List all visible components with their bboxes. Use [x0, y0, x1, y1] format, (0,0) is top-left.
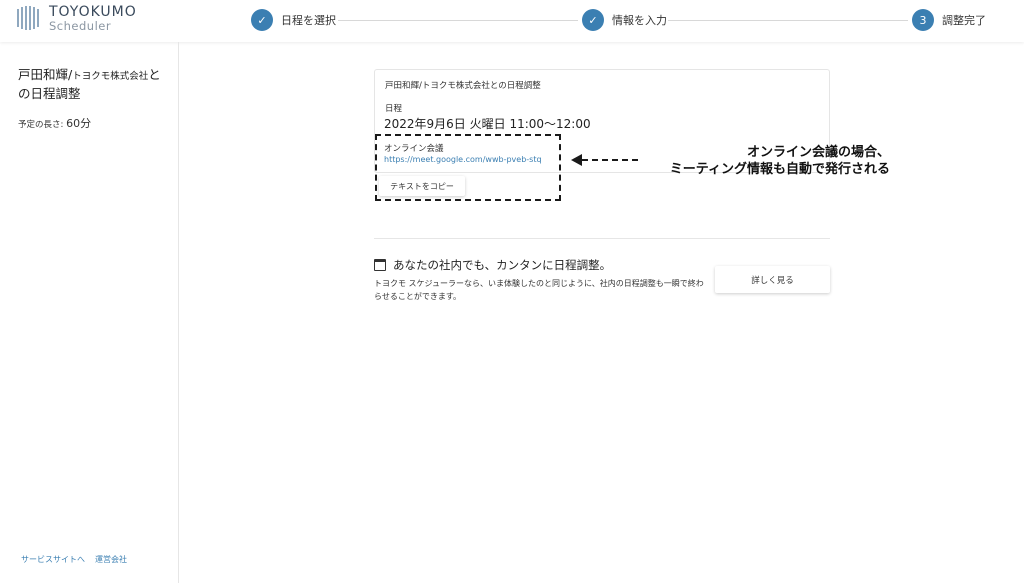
annotation-text: オンライン会議の場合、 ミーティング情報も自動で発行される [630, 144, 890, 178]
annotation-line-2: ミーティング情報も自動で発行される [669, 162, 890, 177]
logo-icon [17, 6, 41, 30]
step-select-date: ✓ 日程を選択 [251, 9, 336, 31]
learn-more-button[interactable]: 詳しく見る [715, 266, 830, 293]
arrow-left-icon [571, 154, 582, 166]
step-label: 日程を選択 [281, 14, 336, 27]
sidebar: 戸田和輝/トヨクモ株式会社との日程調整 予定の長さ: 60分 サービスサイトへ … [0, 42, 179, 583]
date-value: 2022年9月6日 火曜日 11:00〜12:00 [384, 117, 591, 131]
step-connector-2 [668, 20, 908, 21]
step-label: 調整完了 [942, 14, 986, 27]
duration: 予定の長さ: 60分 [18, 115, 91, 131]
event-company: トヨクモ株式会社 [72, 71, 149, 82]
calendar-icon [374, 259, 386, 271]
date-label: 日程 [385, 104, 403, 114]
service-site-link[interactable]: サービスサイトへ [21, 554, 85, 565]
brand-subtitle: Scheduler [49, 19, 112, 33]
check-icon: ✓ [251, 9, 273, 31]
step-complete: 3 調整完了 [912, 9, 986, 31]
highlight-box [375, 134, 561, 201]
section-divider [374, 238, 830, 239]
step-connector-1 [338, 20, 578, 21]
company-link[interactable]: 運営会社 [95, 554, 127, 565]
promo-heading: あなたの社内でも、カンタンに日程調整。 [393, 258, 612, 272]
app-header: TOYOKUMO Scheduler ✓ 日程を選択 ✓ 情報を入力 3 調整完… [0, 0, 1024, 42]
step-number: 3 [912, 9, 934, 31]
footer-links: サービスサイトへ 運営会社 [21, 554, 127, 565]
event-title: 戸田和輝/トヨクモ株式会社との日程調整 [18, 66, 173, 102]
promo-title: あなたの社内でも、カンタンに日程調整。 [374, 257, 611, 273]
card-title: 戸田和輝/トヨクモ株式会社との日程調整 [385, 81, 541, 91]
step-label: 情報を入力 [612, 14, 667, 27]
check-icon: ✓ [582, 9, 604, 31]
event-host: 戸田和輝/ [18, 67, 73, 82]
brand-logo[interactable]: TOYOKUMO Scheduler [17, 5, 137, 33]
step-enter-info: ✓ 情報を入力 [582, 9, 667, 31]
annotation-line-1: オンライン会議の場合、 [746, 145, 890, 160]
brand-name: TOYOKUMO [49, 4, 137, 20]
promo-description: トヨクモ スケジューラーなら、いま体験したのと同じように、社内の日程調整も一瞬で… [374, 279, 704, 301]
duration-label: 予定の長さ: [18, 120, 64, 130]
duration-value: 60分 [66, 117, 92, 130]
